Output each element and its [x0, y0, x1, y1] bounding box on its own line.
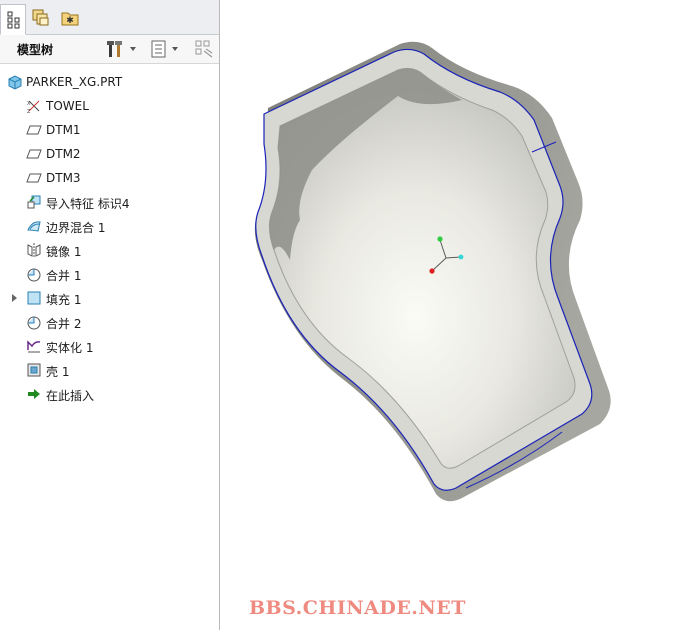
tree-root-item[interactable]: PARKER_XG.PRT	[0, 70, 219, 94]
tree-item-dtm2[interactable]: DTM2	[0, 142, 219, 166]
filter-icon	[195, 40, 213, 58]
datum-plane-icon	[26, 149, 42, 159]
model-tree-panel: ✱ 模型树 PARKER_XG.PRT X Z TOWEL DTM1 DTM2 …	[0, 0, 220, 630]
svg-text:X: X	[27, 101, 31, 107]
tree-item-merge-2[interactable]: 合并 2	[0, 310, 219, 334]
svg-text:Z: Z	[27, 109, 31, 114]
model-tree-list: PARKER_XG.PRT X Z TOWEL DTM1 DTM2 DTM3 导…	[0, 70, 219, 406]
part-icon	[8, 75, 22, 90]
datum-plane-icon	[26, 173, 42, 183]
tree-item-boundary-blend[interactable]: 边界混合 1	[0, 214, 219, 238]
tree-item-shell[interactable]: 壳 1	[0, 358, 219, 382]
tree-item-fill[interactable]: 填充 1	[0, 286, 219, 310]
model-tree-icon	[7, 11, 20, 28]
tree-item-towel[interactable]: X Z TOWEL	[0, 94, 219, 118]
insert-here-arrow-icon	[28, 389, 40, 399]
3d-model-view[interactable]	[220, 0, 694, 630]
watermark-text: BBS.CHINADE.NET	[249, 597, 466, 619]
boundary-blend-icon	[27, 221, 41, 232]
tree-item-solidify[interactable]: 实体化 1	[0, 334, 219, 358]
import-feature-icon	[27, 195, 41, 209]
datum-plane-icon	[26, 125, 42, 135]
tab-favorites[interactable]: ✱	[57, 4, 83, 32]
tree-item-import-feature[interactable]: 导入特征 标识4	[0, 190, 219, 214]
shell-icon	[27, 363, 41, 377]
tree-item-dtm1[interactable]: DTM1	[0, 118, 219, 142]
merge-icon	[27, 268, 41, 282]
merge-icon	[27, 316, 41, 330]
solidify-icon	[27, 340, 41, 353]
tree-header: 模型树	[0, 35, 219, 64]
filter-button[interactable]	[194, 39, 214, 59]
svg-text:✱: ✱	[66, 16, 74, 26]
tree-item-insert-here[interactable]: 在此插入	[0, 382, 219, 406]
settings-tools-button[interactable]	[106, 39, 136, 59]
settings-tools-icon	[107, 41, 122, 57]
show-list-icon	[151, 40, 166, 58]
tab-model-tree[interactable]	[0, 4, 26, 35]
tree-item-merge-1[interactable]: 合并 1	[0, 262, 219, 286]
graphics-viewport[interactable]	[220, 0, 694, 630]
fill-icon	[27, 291, 41, 305]
tree-item-dtm3[interactable]: DTM3	[0, 166, 219, 190]
tree-item-mirror[interactable]: 镜像 1	[0, 238, 219, 262]
favorites-folder-icon: ✱	[61, 12, 79, 26]
tree-title: 模型树	[17, 43, 54, 57]
expand-arrow-icon[interactable]	[12, 294, 17, 302]
tab-layers[interactable]	[28, 4, 54, 32]
navigator-tabs: ✱	[0, 0, 219, 35]
layers-icon	[32, 9, 49, 26]
show-list-button[interactable]	[150, 39, 178, 59]
mirror-icon	[27, 243, 41, 257]
coordinate-system-icon: X Z	[27, 100, 40, 114]
